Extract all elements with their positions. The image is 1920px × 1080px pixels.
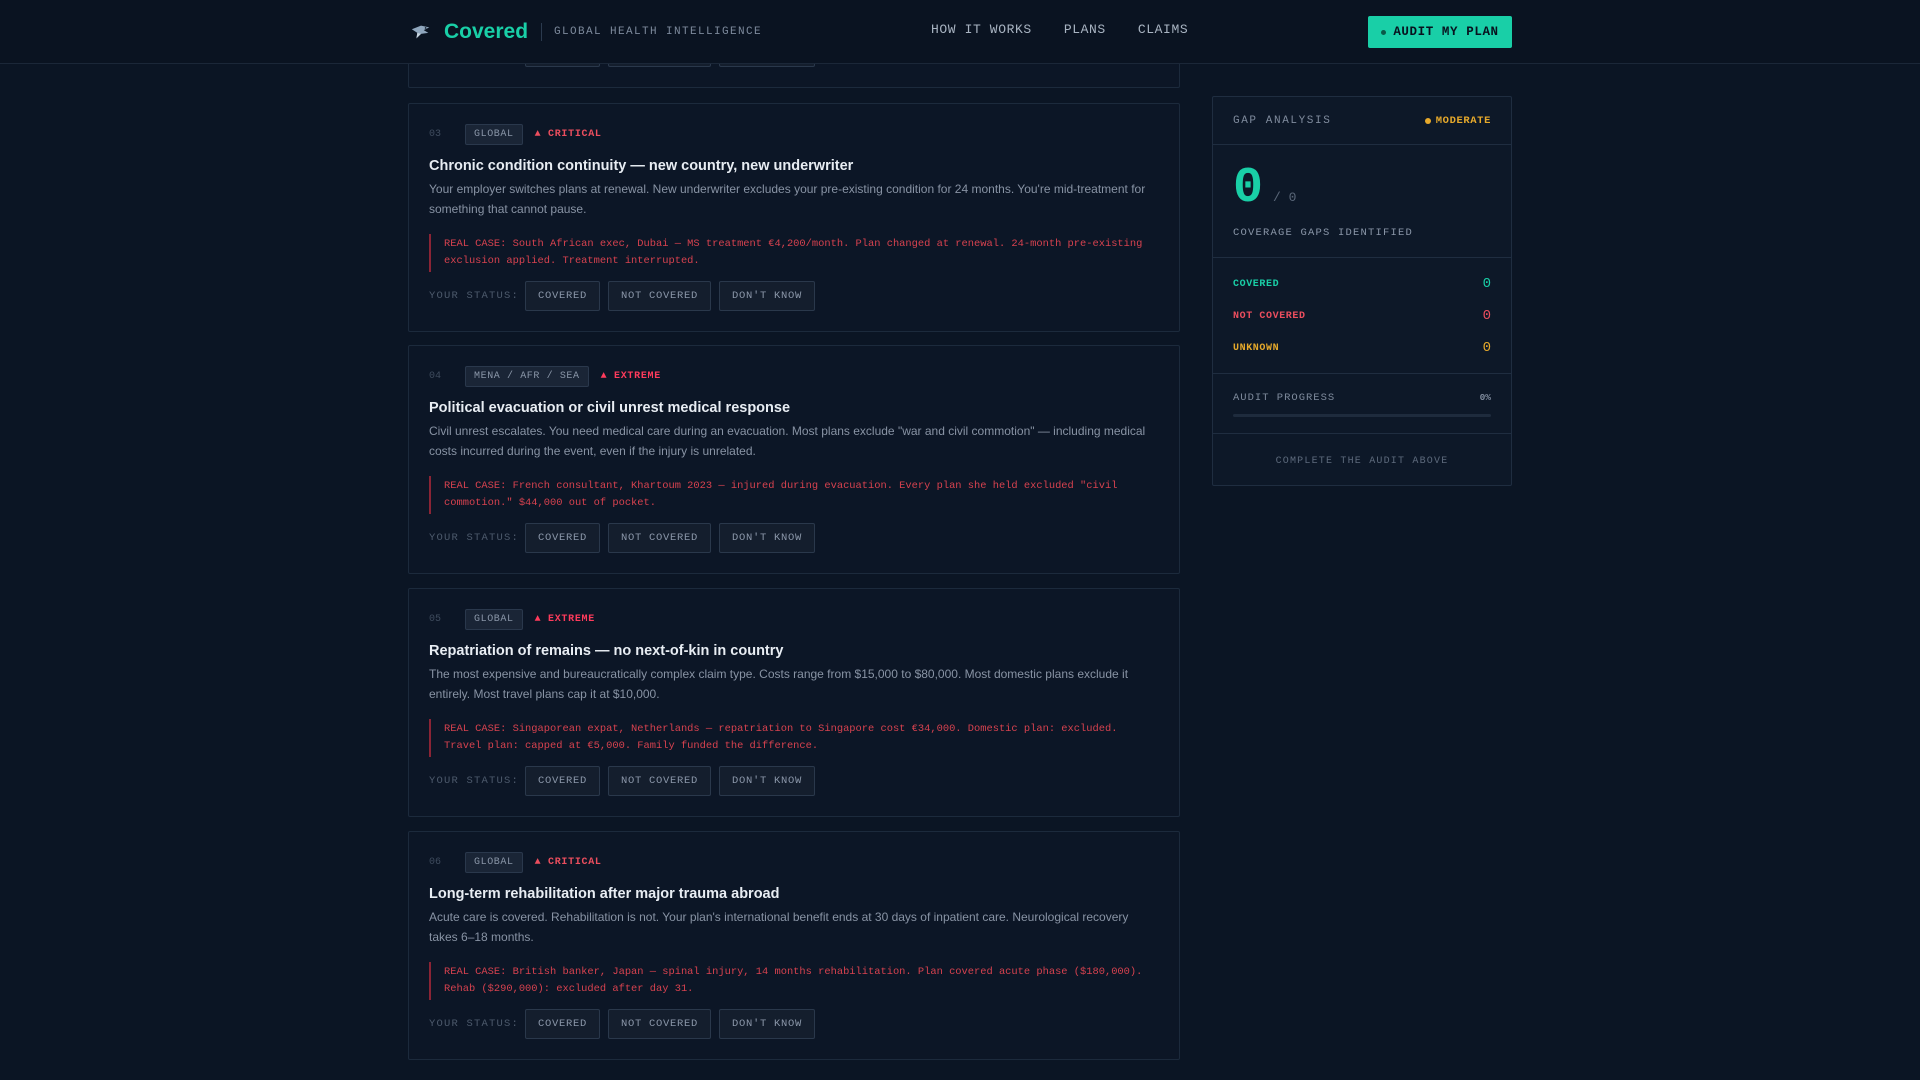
stat-covered-label: COVERED xyxy=(1233,278,1280,290)
status-row: YOUR STATUS: COVERED NOT COVERED DON'T K… xyxy=(429,523,823,553)
scenario-card: 03 GLOBAL ▲ CRITICAL Chronic condition c… xyxy=(408,103,1180,332)
scenario-number: 05 xyxy=(429,613,442,625)
status-label: YOUR STATUS: xyxy=(429,290,520,302)
status-dont-know-button[interactable]: DON'T KNOW xyxy=(719,523,816,553)
real-case-callout: REAL CASE: Singaporean expat, Netherland… xyxy=(429,719,1159,757)
stat-unknown-value: 0 xyxy=(1482,340,1491,356)
panel-header: GAP ANALYSIS MODERATE xyxy=(1213,97,1511,145)
panel-title: GAP ANALYSIS xyxy=(1233,115,1332,127)
score-label: COVERAGE GAPS IDENTIFIED xyxy=(1233,227,1414,239)
status-label: YOUR STATUS: xyxy=(429,1018,520,1030)
stat-covered: COVERED 0 xyxy=(1233,274,1491,294)
scenario-title: Long-term rehabilitation after major tra… xyxy=(429,886,780,902)
status-row: YOUR STATUS: COVERED NOT COVERED DON'T K… xyxy=(429,766,823,796)
risk-level: MODERATE xyxy=(1435,115,1491,127)
scenario-description: Your employer switches plans at renewal.… xyxy=(429,182,1146,216)
progress-bar xyxy=(1233,414,1491,417)
card-header: 05 GLOBAL ▲ EXTREME xyxy=(429,608,595,630)
status-covered-button[interactable]: COVERED xyxy=(525,766,601,796)
status-not-covered-button[interactable]: NOT COVERED xyxy=(608,1009,712,1039)
nav-plans[interactable]: PLANS xyxy=(1064,22,1106,37)
stat-covered-value: 0 xyxy=(1482,276,1491,292)
risk-dot-icon xyxy=(1424,118,1431,124)
region-badge: GLOBAL xyxy=(465,851,523,873)
scenario-title: Chronic condition continuity — new count… xyxy=(429,158,854,174)
status-not-covered-button[interactable]: NOT COVERED xyxy=(608,523,712,553)
nav-claims[interactable]: CLAIMS xyxy=(1138,22,1188,37)
brand-name: Covered xyxy=(444,20,529,43)
status-label: YOUR STATUS: xyxy=(429,775,520,787)
scenario-description: Civil unrest escalates. You need medical… xyxy=(429,424,1146,458)
nav-how-it-works[interactable]: HOW IT WORKS xyxy=(931,22,1032,37)
brand-divider xyxy=(541,23,543,41)
status-label: YOUR STATUS: xyxy=(429,532,520,544)
status-row: YOUR STATUS: COVERED NOT COVERED DON'T K… xyxy=(429,281,823,311)
progress-value: 0% xyxy=(1479,392,1491,403)
stat-unknown-label: UNKNOWN xyxy=(1233,342,1280,354)
cta-dot-icon xyxy=(1381,29,1387,35)
status-not-covered-button[interactable]: NOT COVERED xyxy=(608,766,712,796)
stats-section: COVERED 0 NOT COVERED 0 UNKNOWN 0 xyxy=(1213,258,1511,374)
stat-not-covered-label: NOT COVERED xyxy=(1233,310,1306,322)
status-dont-know-button[interactable]: DON'T KNOW xyxy=(719,766,816,796)
status-covered-button[interactable]: COVERED xyxy=(525,523,601,553)
bird-logo-icon xyxy=(411,25,430,39)
severity-badge: ▲ EXTREME xyxy=(534,613,595,625)
scenario-number: 03 xyxy=(429,128,442,140)
real-case-callout: REAL CASE: British banker, Japan — spina… xyxy=(429,962,1159,1000)
score: 0 / 0 xyxy=(1233,161,1296,217)
card-header: 04 MENA / AFR / SEA ▲ EXTREME xyxy=(429,365,661,387)
scenario-description: The most expensive and bureaucratically … xyxy=(429,667,1129,701)
top-nav-bar: Covered GLOBAL HEALTH INTELLIGENCE HOW I… xyxy=(0,0,1920,64)
stat-not-covered-value: 0 xyxy=(1482,308,1491,324)
scenario-description: Acute care is covered. Rehabilitation is… xyxy=(429,910,1129,944)
status-dont-know-button[interactable]: DON'T KNOW xyxy=(719,281,816,311)
region-badge: GLOBAL xyxy=(465,608,523,630)
scenario-card: 05 GLOBAL ▲ EXTREME Repatriation of rema… xyxy=(408,588,1180,817)
severity-badge: ▲ CRITICAL xyxy=(534,128,602,140)
status-not-covered-button[interactable]: NOT COVERED xyxy=(608,281,712,311)
severity-badge: ▲ CRITICAL xyxy=(534,856,602,868)
brand[interactable]: Covered GLOBAL HEALTH INTELLIGENCE xyxy=(410,16,762,48)
region-badge: GLOBAL xyxy=(465,123,523,145)
panel-footer-hint: COMPLETE THE AUDIT ABOVE xyxy=(1275,456,1449,467)
score-section: 0 / 0 COVERAGE GAPS IDENTIFIED xyxy=(1213,145,1511,258)
card-header: 06 GLOBAL ▲ CRITICAL xyxy=(429,851,602,873)
stat-not-covered: NOT COVERED 0 xyxy=(1233,306,1491,326)
gap-analysis-panel: GAP ANALYSIS MODERATE 0 / 0 COVERAGE GAP… xyxy=(1212,96,1512,486)
status-row: YOUR STATUS: COVERED NOT COVERED DON'T K… xyxy=(429,1009,823,1039)
gap-total: / 0 xyxy=(1273,190,1297,205)
main-nav: HOW IT WORKS PLANS CLAIMS xyxy=(931,22,1188,37)
scenario-card: 04 MENA / AFR / SEA ▲ EXTREME Political … xyxy=(408,345,1180,574)
scenario-number: 06 xyxy=(429,856,442,868)
risk-badge: MODERATE xyxy=(1424,115,1491,127)
scenario-number: 04 xyxy=(429,370,442,382)
status-dont-know-button[interactable]: DON'T KNOW xyxy=(719,1009,816,1039)
real-case-callout: REAL CASE: South African exec, Dubai — M… xyxy=(429,234,1159,272)
audit-my-plan-label: AUDIT MY PLAN xyxy=(1393,25,1499,39)
audit-my-plan-button[interactable]: AUDIT MY PLAN xyxy=(1368,16,1512,48)
region-badge: MENA / AFR / SEA xyxy=(465,365,589,387)
scenario-card: 06 GLOBAL ▲ CRITICAL Long-term rehabilit… xyxy=(408,831,1180,1060)
scenario-title: Repatriation of remains — no next-of-kin… xyxy=(429,643,784,659)
stat-unknown: UNKNOWN 0 xyxy=(1233,338,1491,358)
card-header: 03 GLOBAL ▲ CRITICAL xyxy=(429,123,602,145)
progress-section: AUDIT PROGRESS 0% xyxy=(1213,374,1511,434)
brand-tagline: GLOBAL HEALTH INTELLIGENCE xyxy=(554,26,763,38)
progress-label: AUDIT PROGRESS xyxy=(1233,392,1336,404)
status-covered-button[interactable]: COVERED xyxy=(525,281,601,311)
real-case-callout: REAL CASE: French consultant, Khartoum 2… xyxy=(429,476,1159,514)
severity-badge: ▲ EXTREME xyxy=(600,370,661,382)
status-covered-button[interactable]: COVERED xyxy=(525,1009,601,1039)
gap-count: 0 xyxy=(1233,160,1264,217)
scenario-title: Political evacuation or civil unrest med… xyxy=(429,400,791,416)
